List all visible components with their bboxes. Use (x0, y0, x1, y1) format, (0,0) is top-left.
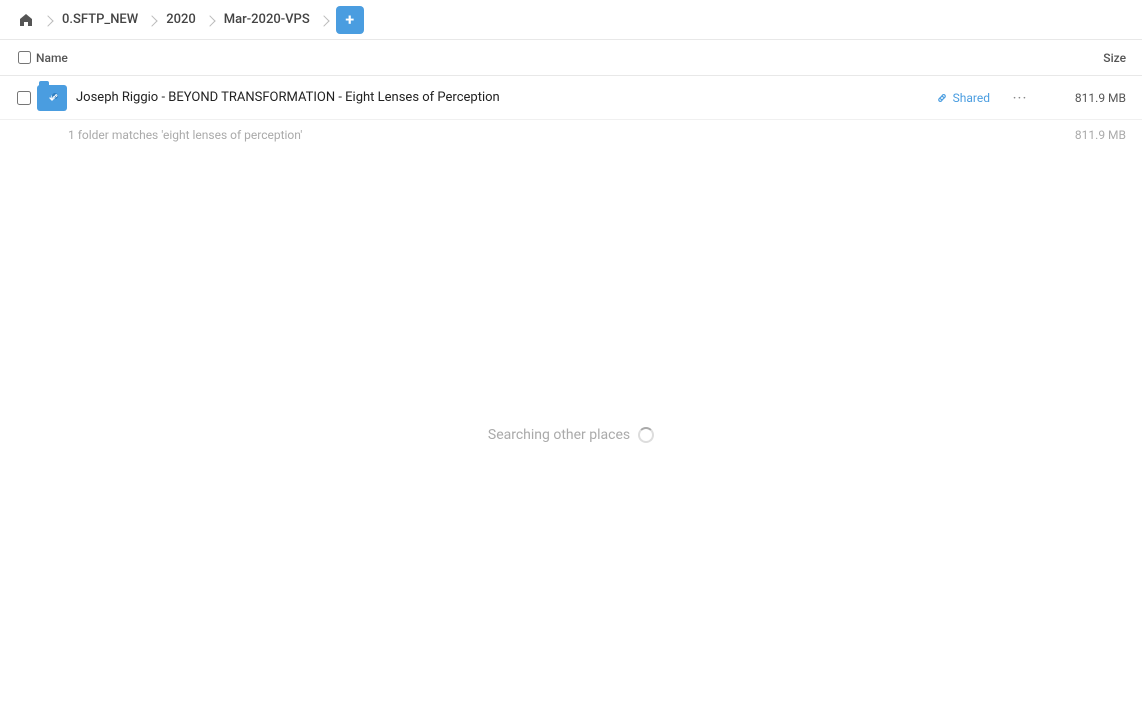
breadcrumb-separator-2 (204, 15, 215, 26)
folder-icon (36, 82, 68, 114)
row-checkbox-container[interactable] (12, 91, 36, 105)
content-area: Searching other places (0, 150, 1142, 720)
column-header-row: Name Size (0, 40, 1142, 76)
summary-size: 811.9 MB (1075, 128, 1126, 142)
select-all-checkbox-container[interactable] (12, 51, 36, 64)
shared-badge: Shared (935, 91, 990, 105)
file-row[interactable]: Joseph Riggio - BEYOND TRANSFORMATION - … (0, 76, 1142, 120)
size-column-header: Size (1026, 51, 1126, 65)
row-name: Joseph Riggio - BEYOND TRANSFORMATION - … (76, 90, 935, 105)
summary-text: 1 folder matches 'eight lenses of percep… (68, 128, 302, 142)
breadcrumb-bar: 0.SFTP_NEW 2020 Mar-2020-VPS + (0, 0, 1142, 40)
add-tab-button[interactable]: + (336, 6, 364, 34)
searching-status: Searching other places (488, 427, 654, 443)
shared-label: Shared (953, 91, 990, 105)
select-all-checkbox[interactable] (18, 51, 31, 64)
breadcrumb-item-0[interactable]: 0.SFTP_NEW (56, 8, 144, 31)
searching-text-label: Searching other places (488, 427, 630, 443)
more-options-icon: ··· (1013, 89, 1028, 107)
row-checkbox[interactable] (17, 91, 31, 105)
more-options-button[interactable]: ··· (1006, 84, 1034, 112)
main-container: 0.SFTP_NEW 2020 Mar-2020-VPS + Name Size (0, 0, 1142, 720)
breadcrumb-separator-3 (318, 15, 329, 26)
link-icon (935, 91, 949, 105)
breadcrumb-item-2[interactable]: Mar-2020-VPS (218, 8, 316, 31)
breadcrumb-separator-1 (147, 15, 158, 26)
home-button[interactable] (12, 6, 40, 34)
name-column-header: Name (36, 51, 1026, 65)
row-size: 811.9 MB (1046, 91, 1126, 105)
breadcrumb-separator-0 (42, 15, 53, 26)
summary-row: 1 folder matches 'eight lenses of percep… (0, 120, 1142, 150)
searching-spinner (638, 427, 654, 443)
breadcrumb-item-1[interactable]: 2020 (160, 8, 202, 31)
